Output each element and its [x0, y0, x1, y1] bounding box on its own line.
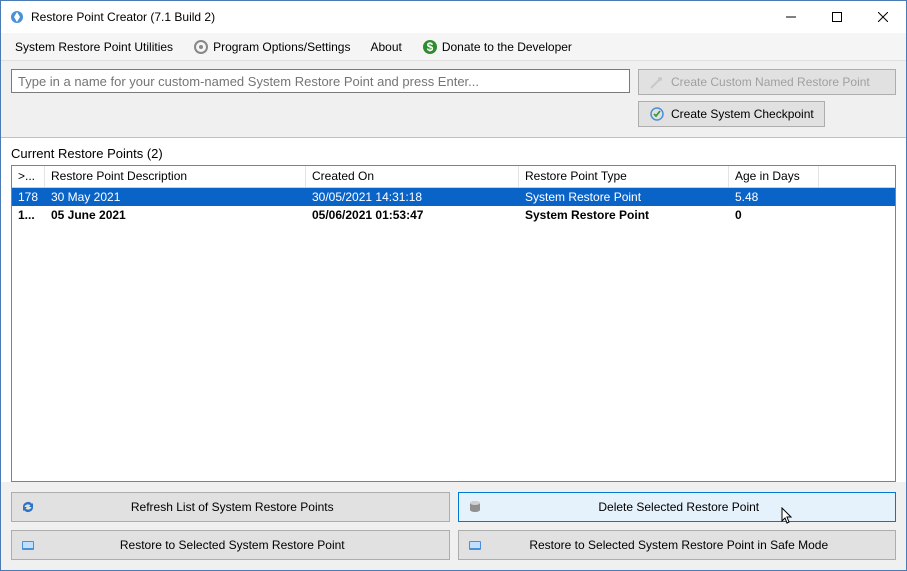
delete-icon [467, 499, 483, 515]
bottom-buttons: Refresh List of System Restore Points De… [1, 482, 906, 570]
menu-donate[interactable]: $ Donate to the Developer [412, 35, 582, 59]
col-desc[interactable]: Restore Point Description [45, 166, 306, 187]
cell-created: 05/06/2021 01:53:47 [306, 207, 519, 223]
titlebar: Restore Point Creator (7.1 Build 2) [1, 1, 906, 33]
table-row[interactable]: 17830 May 202130/05/2021 14:31:18System … [12, 188, 895, 206]
list-header: >... Restore Point Description Created O… [12, 166, 895, 188]
menu-utilities[interactable]: System Restore Point Utilities [5, 36, 183, 58]
col-age[interactable]: Age in Days [729, 166, 819, 187]
restore-points-list[interactable]: >... Restore Point Description Created O… [11, 165, 896, 482]
menu-about[interactable]: About [360, 36, 411, 58]
cell-type: System Restore Point [519, 189, 729, 205]
dollar-icon: $ [422, 39, 438, 55]
list-body: 17830 May 202130/05/2021 14:31:18System … [12, 188, 895, 481]
cell-id: 1... [12, 207, 45, 223]
current-restore-points-label: Current Restore Points (2) [1, 138, 906, 165]
cell-created: 30/05/2021 14:31:18 [306, 189, 519, 205]
top-controls: Create Custom Named Restore Point Create… [1, 61, 906, 138]
refresh-button[interactable]: Refresh List of System Restore Points [11, 492, 450, 522]
table-row[interactable]: 1...05 June 202105/06/2021 01:53:47Syste… [12, 206, 895, 224]
delete-button[interactable]: Delete Selected Restore Point [458, 492, 897, 522]
restore-icon [20, 537, 36, 553]
minimize-button[interactable] [768, 1, 814, 33]
cell-type: System Restore Point [519, 207, 729, 223]
checkpoint-icon [649, 106, 665, 122]
restore-safe-mode-button[interactable]: Restore to Selected System Restore Point… [458, 530, 897, 560]
svg-text:$: $ [426, 40, 433, 54]
close-button[interactable] [860, 1, 906, 33]
create-system-checkpoint-button[interactable]: Create System Checkpoint [638, 101, 825, 127]
restore-safe-icon [467, 537, 483, 553]
window-buttons [768, 1, 906, 33]
menubar: System Restore Point Utilities Program O… [1, 33, 906, 61]
cell-desc: 05 June 2021 [45, 207, 306, 223]
col-type[interactable]: Restore Point Type [519, 166, 729, 187]
window-title: Restore Point Creator (7.1 Build 2) [31, 10, 768, 24]
cell-id: 178 [12, 189, 45, 205]
menu-options[interactable]: Program Options/Settings [183, 35, 360, 59]
wand-icon [649, 74, 665, 90]
col-created[interactable]: Created On [306, 166, 519, 187]
app-icon [9, 9, 25, 25]
maximize-button[interactable] [814, 1, 860, 33]
refresh-icon [20, 499, 36, 515]
restore-point-name-input[interactable] [11, 69, 630, 93]
cell-age: 5.48 [729, 189, 819, 205]
create-custom-named-button[interactable]: Create Custom Named Restore Point [638, 69, 896, 95]
gear-icon [193, 39, 209, 55]
col-id[interactable]: >... [12, 166, 45, 187]
restore-button[interactable]: Restore to Selected System Restore Point [11, 530, 450, 560]
cell-age: 0 [729, 207, 819, 223]
cell-desc: 30 May 2021 [45, 189, 306, 205]
